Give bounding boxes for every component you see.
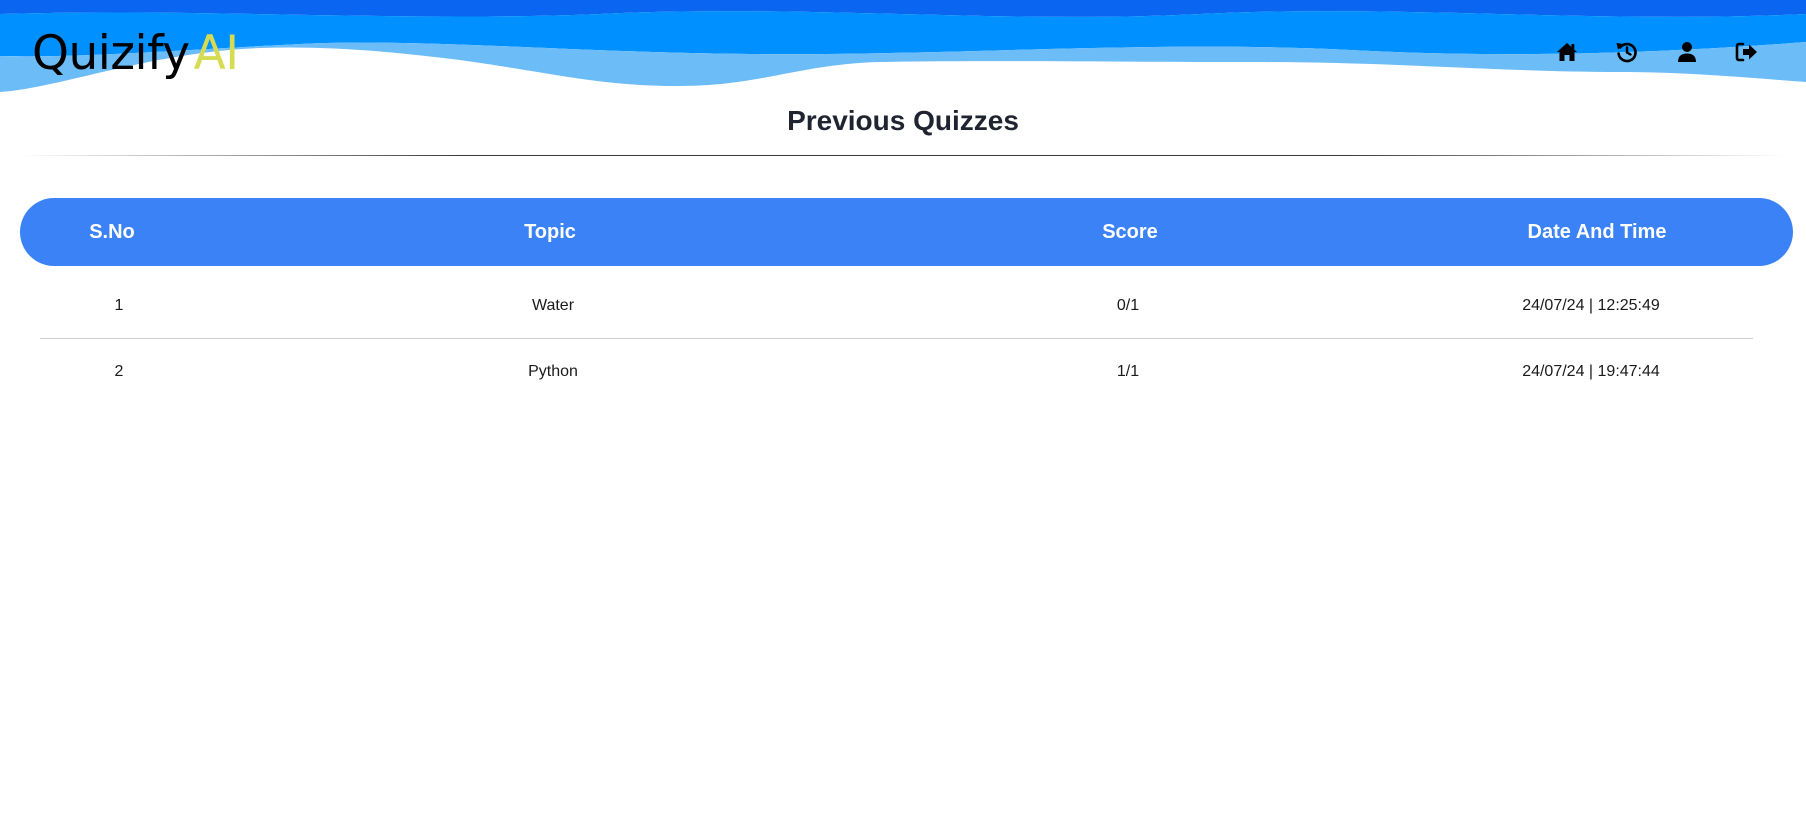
page-title: Previous Quizzes [787, 105, 1019, 136]
row-score: 0/1 [1116, 297, 1140, 314]
column-header-sno: S.No [89, 220, 135, 243]
column-header-topic: Topic [524, 220, 576, 243]
column-header-datetime: Date And Time [1527, 220, 1667, 243]
table-header: S.No Topic Score Date And Time [20, 198, 1793, 266]
row-sno: 1 [114, 297, 124, 314]
header: QuizifyAI [0, 0, 1806, 100]
table-row: 1 Water 0/1 24/07/24 | 12:25:49 [20, 273, 1793, 339]
top-nav [0, 38, 1806, 66]
logout-icon[interactable] [1733, 38, 1761, 66]
title-divider [20, 155, 1786, 156]
column-header-score: Score [1102, 220, 1158, 243]
history-icon[interactable] [1613, 38, 1641, 66]
home-icon[interactable] [1553, 38, 1581, 66]
user-icon[interactable] [1673, 38, 1701, 66]
row-datetime: 24/07/24 | 19:47:44 [1522, 363, 1660, 380]
row-sno: 2 [114, 363, 124, 380]
row-topic: Python [528, 363, 578, 380]
table-row: 2 Python 1/1 24/07/24 | 19:47:44 [20, 339, 1793, 405]
row-datetime: 24/07/24 | 12:25:49 [1522, 297, 1660, 314]
row-score: 1/1 [1116, 363, 1140, 380]
row-topic: Water [531, 297, 575, 314]
